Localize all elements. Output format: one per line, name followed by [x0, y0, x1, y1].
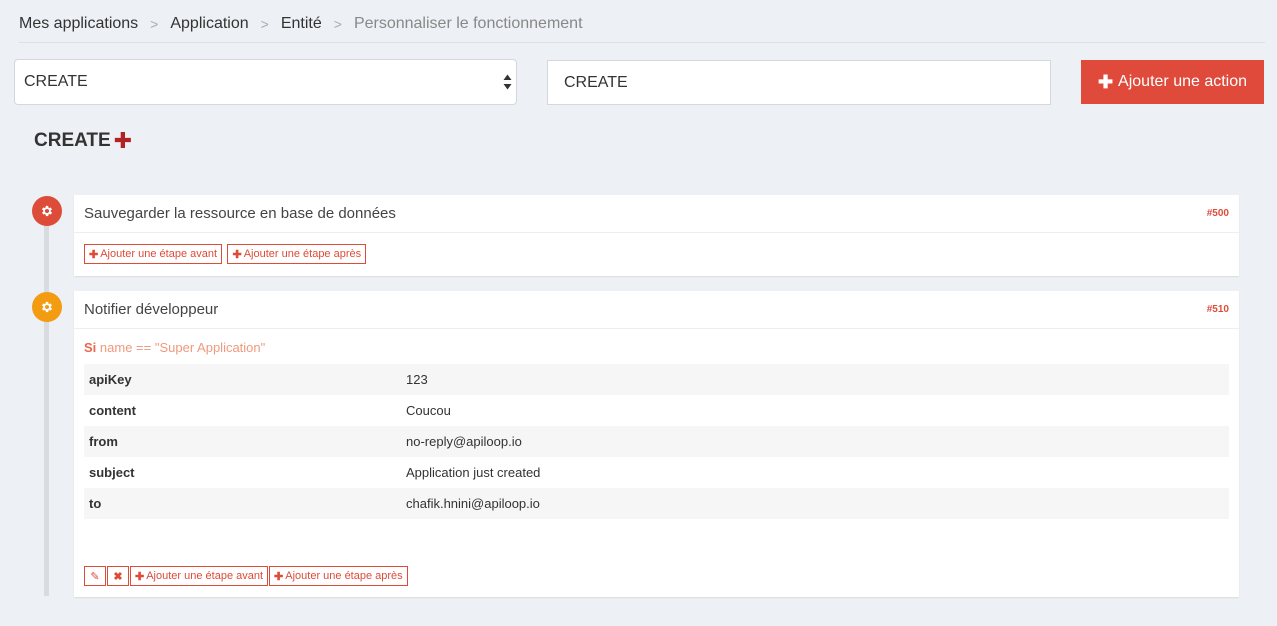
plus-icon: ✚	[1097, 71, 1114, 92]
table-row: subject Application just created	[84, 457, 1229, 488]
plus-icon: ✚	[232, 248, 242, 261]
breadcrumb-entite[interactable]: Entité	[281, 15, 322, 33]
add-step-before-button[interactable]: ✚ Ajouter une étape avant	[130, 566, 269, 586]
param-value: chafik.hnini@apiloop.io	[406, 496, 540, 511]
step-title: Sauvegarder la ressource en base de donn…	[84, 205, 396, 222]
timeline-line	[44, 220, 49, 596]
add-step-after-button[interactable]: ✚ Ajouter une étape après	[269, 566, 408, 586]
step-card-header: Sauvegarder la ressource en base de donn…	[74, 195, 1239, 233]
add-step-after-label: Ajouter une étape après	[243, 248, 362, 260]
add-step-after-button[interactable]: ✚ Ajouter une étape après	[227, 244, 367, 264]
add-step-after-label: Ajouter une étape après	[285, 570, 403, 582]
action-name-input[interactable]	[547, 60, 1051, 105]
delete-step-button[interactable]: ✖	[107, 566, 129, 586]
param-value: Application just created	[406, 465, 541, 480]
params-table: apiKey 123 content Coucou from no-reply@…	[84, 364, 1229, 519]
step-title: Notifier développeur	[84, 301, 219, 318]
param-key: to	[89, 496, 102, 511]
table-row: apiKey 123	[84, 364, 1229, 395]
gear-icon	[32, 292, 62, 322]
gear-icon	[32, 196, 62, 226]
breadcrumb-separator: >	[260, 16, 269, 32]
plus-icon: ✚	[135, 570, 145, 583]
condition-keyword: Si	[84, 340, 97, 355]
step-card-header: Notifier développeur #510	[74, 291, 1239, 329]
plus-icon: ✚	[274, 570, 284, 583]
action-select[interactable]: CREATE	[14, 59, 517, 105]
add-step-before-button[interactable]: ✚ Ajouter une étape avant	[84, 244, 223, 264]
edit-step-button[interactable]: ✎	[84, 566, 106, 586]
step-card-body: Si name == "Super Application" apiKey 12…	[74, 329, 1239, 519]
step-id: #510	[1206, 304, 1229, 315]
param-value: no-reply@apiloop.io	[406, 434, 522, 449]
breadcrumb-separator: >	[150, 16, 159, 32]
param-key: apiKey	[89, 372, 132, 387]
step-card: Notifier développeur #510 Si name == "Su…	[74, 291, 1239, 597]
add-action-label: Ajouter une action	[1118, 73, 1248, 90]
param-key: subject	[89, 465, 135, 480]
breadcrumb-separator: >	[333, 16, 342, 32]
breadcrumb: Mes applications > Application > Entité …	[19, 15, 1265, 43]
param-value: 123	[406, 372, 428, 387]
step-card: Sauvegarder la ressource en base de donn…	[74, 195, 1239, 276]
plus-icon: ✚	[89, 248, 99, 261]
param-value: Coucou	[406, 403, 451, 418]
param-key: content	[89, 403, 136, 418]
condition-expression: name == "Super Application"	[99, 340, 266, 355]
table-row: to chafik.hnini@apiloop.io	[84, 488, 1229, 519]
add-step-before-label: Ajouter une étape avant	[146, 570, 264, 582]
add-action-button[interactable]: ✚ Ajouter une action	[1081, 60, 1264, 104]
step-card-body: ✚ Ajouter une étape avant ✚ Ajouter une …	[74, 233, 1239, 264]
add-step-plus-icon[interactable]: ✚	[114, 128, 132, 154]
table-row: from no-reply@apiloop.io	[84, 426, 1229, 457]
breadcrumb-current: Personnaliser le fonctionnement	[353, 15, 583, 32]
select-arrows-icon	[503, 74, 512, 90]
section-title-text: CREATE	[34, 130, 111, 151]
section-title: CREATE ✚	[34, 128, 132, 154]
step-actions: ✎ ✖ ✚ Ajouter une étape avant ✚ Ajouter …	[84, 566, 409, 586]
action-select-value: CREATE	[24, 73, 88, 90]
param-key: from	[89, 434, 118, 449]
step-condition: Si name == "Super Application"	[84, 340, 1229, 355]
pencil-icon: ✎	[90, 570, 100, 583]
breadcrumb-application[interactable]: Application	[170, 15, 248, 33]
add-step-before-label: Ajouter une étape avant	[100, 248, 218, 260]
table-row: content Coucou	[84, 395, 1229, 426]
breadcrumb-mes-applications[interactable]: Mes applications	[19, 15, 138, 33]
step-id: #500	[1206, 208, 1229, 219]
close-icon: ✖	[113, 570, 123, 583]
